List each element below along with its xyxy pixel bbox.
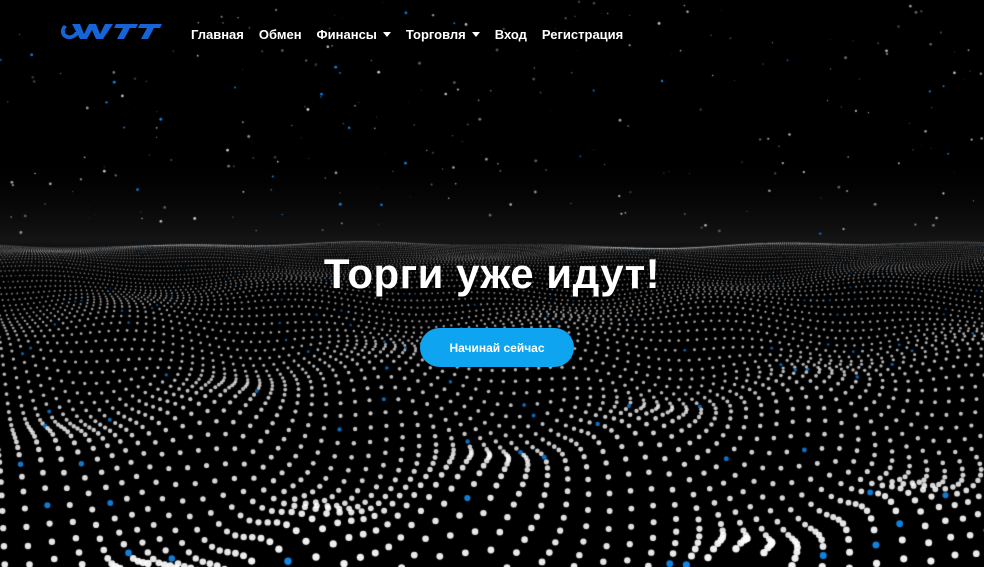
nav-item-home[interactable]: Главная [191,27,244,42]
caret-down-icon [471,32,480,37]
start-now-button[interactable]: Начинай сейчас [420,328,574,367]
nav-item-label: Обмен [258,26,302,42]
nav-item-finance[interactable]: Финансы [317,27,391,42]
nav-item-label: Финансы [316,26,377,42]
nav-item-register[interactable]: Регистрация [542,27,623,42]
nav-item-label: Вход [494,26,527,42]
hero-title: Торги уже идут! [323,250,661,297]
caret-down-icon [382,32,391,37]
top-navbar: Главная Обмен Финансы Торговля Вход Реги… [0,0,984,68]
nav-item-label: Торговля [405,26,466,42]
nav-item-trading[interactable]: Торговля [406,27,480,42]
nav-item-login[interactable]: Вход [495,27,527,42]
brand-logo[interactable] [58,19,164,43]
nav-menu: Главная Обмен Финансы Торговля Вход Реги… [191,24,638,44]
nav-item-label: Главная [191,26,244,42]
nav-item-label: Регистрация [541,26,624,42]
nav-item-exchange[interactable]: Обмен [259,27,302,42]
